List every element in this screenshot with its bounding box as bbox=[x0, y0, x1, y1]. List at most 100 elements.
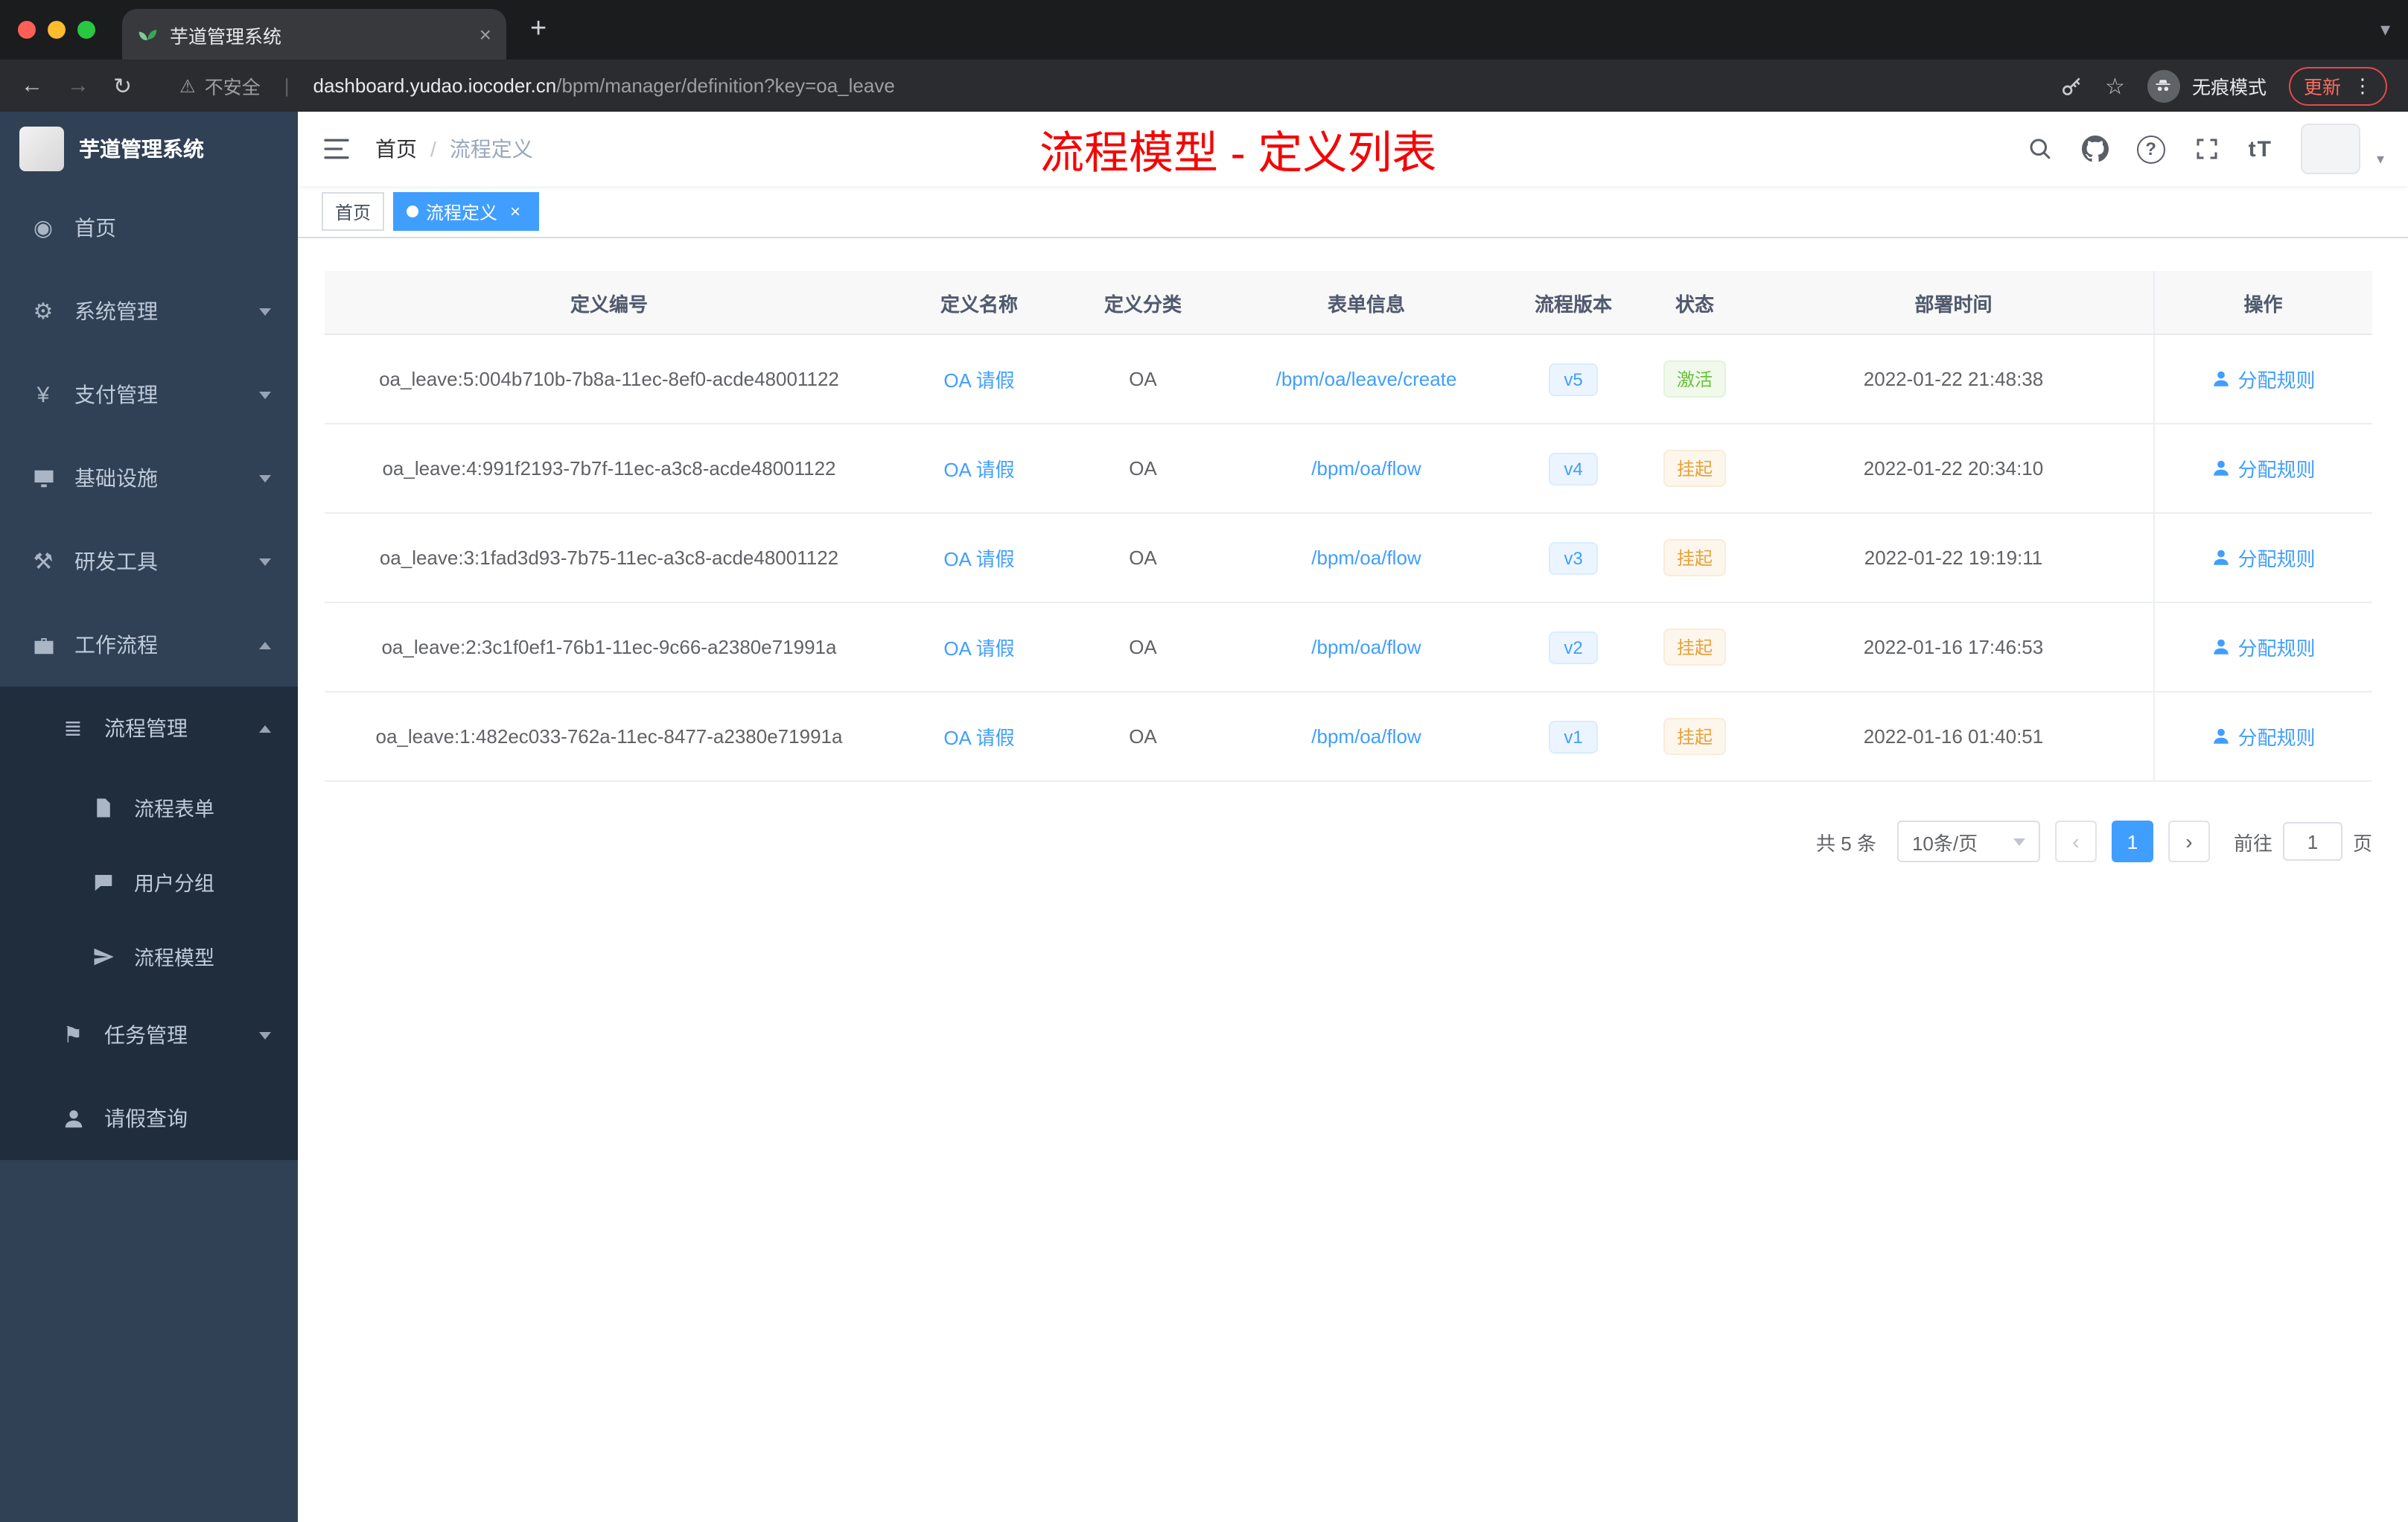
monitor-icon bbox=[30, 467, 57, 489]
table-row: oa_leave:4:991f2193-7b7f-11ec-a3c8-acde4… bbox=[325, 424, 2372, 514]
cell-category: OA bbox=[1065, 692, 1221, 782]
zoom-window-button[interactable] bbox=[77, 21, 95, 39]
sidebar-item-devtools[interactable]: ⚒ 研发工具 bbox=[0, 520, 298, 603]
sidebar-item-system[interactable]: ⚙ 系统管理 bbox=[0, 270, 298, 353]
person-icon bbox=[60, 1107, 86, 1130]
new-tab-button[interactable]: + bbox=[530, 13, 547, 46]
sidebar-item-infra[interactable]: 基础设施 bbox=[0, 436, 298, 520]
cell-id: oa_leave:3:1fad3d93-7b75-11ec-a3c8-acde4… bbox=[325, 513, 894, 603]
tab-search-icon[interactable]: ▾ bbox=[2380, 18, 2390, 42]
sidebar-item-process-mgmt[interactable]: ≣ 流程管理 bbox=[0, 687, 298, 770]
assign-rule-button[interactable]: 分配规则 bbox=[2211, 454, 2316, 483]
font-size-icon[interactable]: tT bbox=[2249, 136, 2272, 162]
gear-icon: ⚙ bbox=[33, 299, 54, 325]
breadcrumb-home[interactable]: 首页 bbox=[375, 134, 417, 164]
chevron-up-icon bbox=[259, 725, 271, 732]
page-size-select[interactable]: 10条/页 bbox=[1896, 821, 2040, 862]
window-controls bbox=[18, 21, 95, 39]
table-row: oa_leave:3:1fad3d93-7b75-11ec-a3c8-acde4… bbox=[325, 513, 2372, 603]
browser-menu-icon[interactable]: ⋮ bbox=[2353, 74, 2372, 98]
help-icon[interactable]: ? bbox=[2136, 135, 2165, 163]
sidebar-logo[interactable]: 芋道管理系统 bbox=[0, 112, 298, 186]
form-link[interactable]: /bpm/oa/flow bbox=[1311, 457, 1421, 480]
app-header: 首页 / 流程定义 流程模型 - 定义列表 ? tT ▾ bbox=[298, 112, 2408, 186]
cell-id: oa_leave:5:004b710b-7b8a-11ec-8ef0-acde4… bbox=[325, 334, 894, 424]
version-tag: v5 bbox=[1549, 363, 1598, 395]
cell-time: 2022-01-22 20:34:10 bbox=[1754, 424, 2153, 514]
col-header-version: 流程版本 bbox=[1512, 271, 1635, 335]
sidebar-item-task-mgmt[interactable]: ⚑ 任务管理 bbox=[0, 993, 298, 1077]
sidebar-item-payment[interactable]: ¥ 支付管理 bbox=[0, 353, 298, 436]
definition-name-link[interactable]: OA 请假 bbox=[943, 548, 1014, 570]
definition-name-link[interactable]: OA 请假 bbox=[943, 727, 1014, 749]
incognito-badge: 无痕模式 bbox=[2147, 69, 2267, 102]
bookmark-star-icon[interactable]: ☆ bbox=[2105, 72, 2125, 99]
cell-id: oa_leave:2:3c1f0ef1-76b1-11ec-9c66-a2380… bbox=[325, 602, 894, 692]
tag-close-icon[interactable]: × bbox=[505, 201, 526, 222]
sidebar-filler bbox=[0, 1160, 298, 1522]
sidebar-item-label: 用户分组 bbox=[134, 873, 214, 895]
sidebar-item-leave-query[interactable]: 请假查询 bbox=[0, 1077, 298, 1160]
definition-name-link[interactable]: OA 请假 bbox=[943, 369, 1014, 392]
assign-rule-button[interactable]: 分配规则 bbox=[2211, 722, 2316, 751]
tag-label: 首页 bbox=[335, 202, 372, 223]
browser-tab[interactable]: 芋道管理系统 × bbox=[122, 9, 506, 60]
chevron-up-icon bbox=[259, 641, 271, 649]
sidebar-item-user-group[interactable]: 用户分组 bbox=[0, 844, 298, 919]
sidebar-toggle-icon[interactable] bbox=[322, 134, 351, 164]
security-indicator[interactable]: ⚠ 不安全 bbox=[179, 71, 261, 100]
status-badge: 挂起 bbox=[1663, 628, 1726, 666]
version-tag: v2 bbox=[1549, 631, 1598, 663]
minimize-window-button[interactable] bbox=[48, 21, 66, 39]
incognito-label: 无痕模式 bbox=[2191, 77, 2267, 98]
annotation-title: 流程模型 - 定义列表 bbox=[1039, 130, 1437, 179]
goto-page-input[interactable] bbox=[2282, 822, 2342, 861]
close-window-button[interactable] bbox=[18, 21, 36, 39]
sidebar-item-home[interactable]: ◉ 首页 bbox=[0, 186, 298, 270]
tag-process-definition[interactable]: 流程定义 × bbox=[393, 192, 540, 231]
yen-icon: ¥ bbox=[36, 382, 50, 407]
assign-rule-button[interactable]: 分配规则 bbox=[2211, 365, 2316, 393]
tab-title: 芋道管理系统 bbox=[170, 26, 282, 47]
current-page-button[interactable]: 1 bbox=[2111, 821, 2153, 862]
fullscreen-icon[interactable] bbox=[2194, 136, 2220, 162]
status-badge: 激活 bbox=[1663, 360, 1726, 398]
sidebar-item-workflow[interactable]: 工作流程 bbox=[0, 603, 298, 687]
update-button[interactable]: 更新 ⋮ bbox=[2288, 66, 2387, 105]
form-link[interactable]: /bpm/oa/flow bbox=[1311, 725, 1421, 748]
goto-page: 前往 页 bbox=[2234, 822, 2372, 861]
form-link[interactable]: /bpm/oa/leave/create bbox=[1276, 368, 1457, 390]
definition-name-link[interactable]: OA 请假 bbox=[943, 459, 1014, 481]
forward-icon[interactable]: → bbox=[67, 73, 89, 98]
search-icon[interactable] bbox=[2027, 136, 2054, 162]
password-key-icon[interactable] bbox=[2059, 74, 2083, 98]
github-icon[interactable] bbox=[2081, 136, 2109, 162]
logo-title: 芋道管理系统 bbox=[79, 137, 204, 161]
col-header-status: 状态 bbox=[1635, 271, 1754, 335]
next-page-button[interactable]: › bbox=[2167, 821, 2210, 862]
tab-close-icon[interactable]: × bbox=[480, 22, 491, 46]
url-text[interactable]: dashboard.yudao.iocoder.cn/bpm/manager/d… bbox=[313, 74, 895, 97]
reload-icon[interactable]: ↻ bbox=[113, 72, 132, 99]
sidebar-item-process-form[interactable]: 流程表单 bbox=[0, 770, 298, 844]
assign-rule-button[interactable]: 分配规则 bbox=[2211, 633, 2316, 661]
version-tag: v1 bbox=[1549, 720, 1598, 753]
col-header-form: 表单信息 bbox=[1221, 271, 1512, 335]
goto-suffix: 页 bbox=[2352, 832, 2372, 854]
briefcase-icon bbox=[30, 634, 57, 656]
definition-name-link[interactable]: OA 请假 bbox=[943, 637, 1014, 660]
chevron-down-icon bbox=[259, 308, 271, 315]
chevron-down-icon bbox=[259, 558, 271, 565]
cell-id: oa_leave:1:482ec033-762a-11ec-8477-a2380… bbox=[325, 692, 894, 782]
back-icon[interactable]: ← bbox=[21, 73, 43, 98]
prev-page-button[interactable]: ‹ bbox=[2054, 821, 2097, 862]
form-link[interactable]: /bpm/oa/flow bbox=[1311, 636, 1421, 658]
sidebar-item-process-model[interactable]: 流程模型 bbox=[0, 919, 298, 993]
form-link[interactable]: /bpm/oa/flow bbox=[1311, 547, 1421, 569]
tools-icon: ⚒ bbox=[33, 550, 54, 575]
tag-home[interactable]: 首页 bbox=[322, 192, 385, 231]
avatar[interactable] bbox=[2300, 124, 2360, 174]
avatar-caret-icon[interactable]: ▾ bbox=[2377, 151, 2384, 168]
assign-rule-button[interactable]: 分配规则 bbox=[2211, 544, 2316, 572]
status-badge: 挂起 bbox=[1663, 539, 1726, 576]
